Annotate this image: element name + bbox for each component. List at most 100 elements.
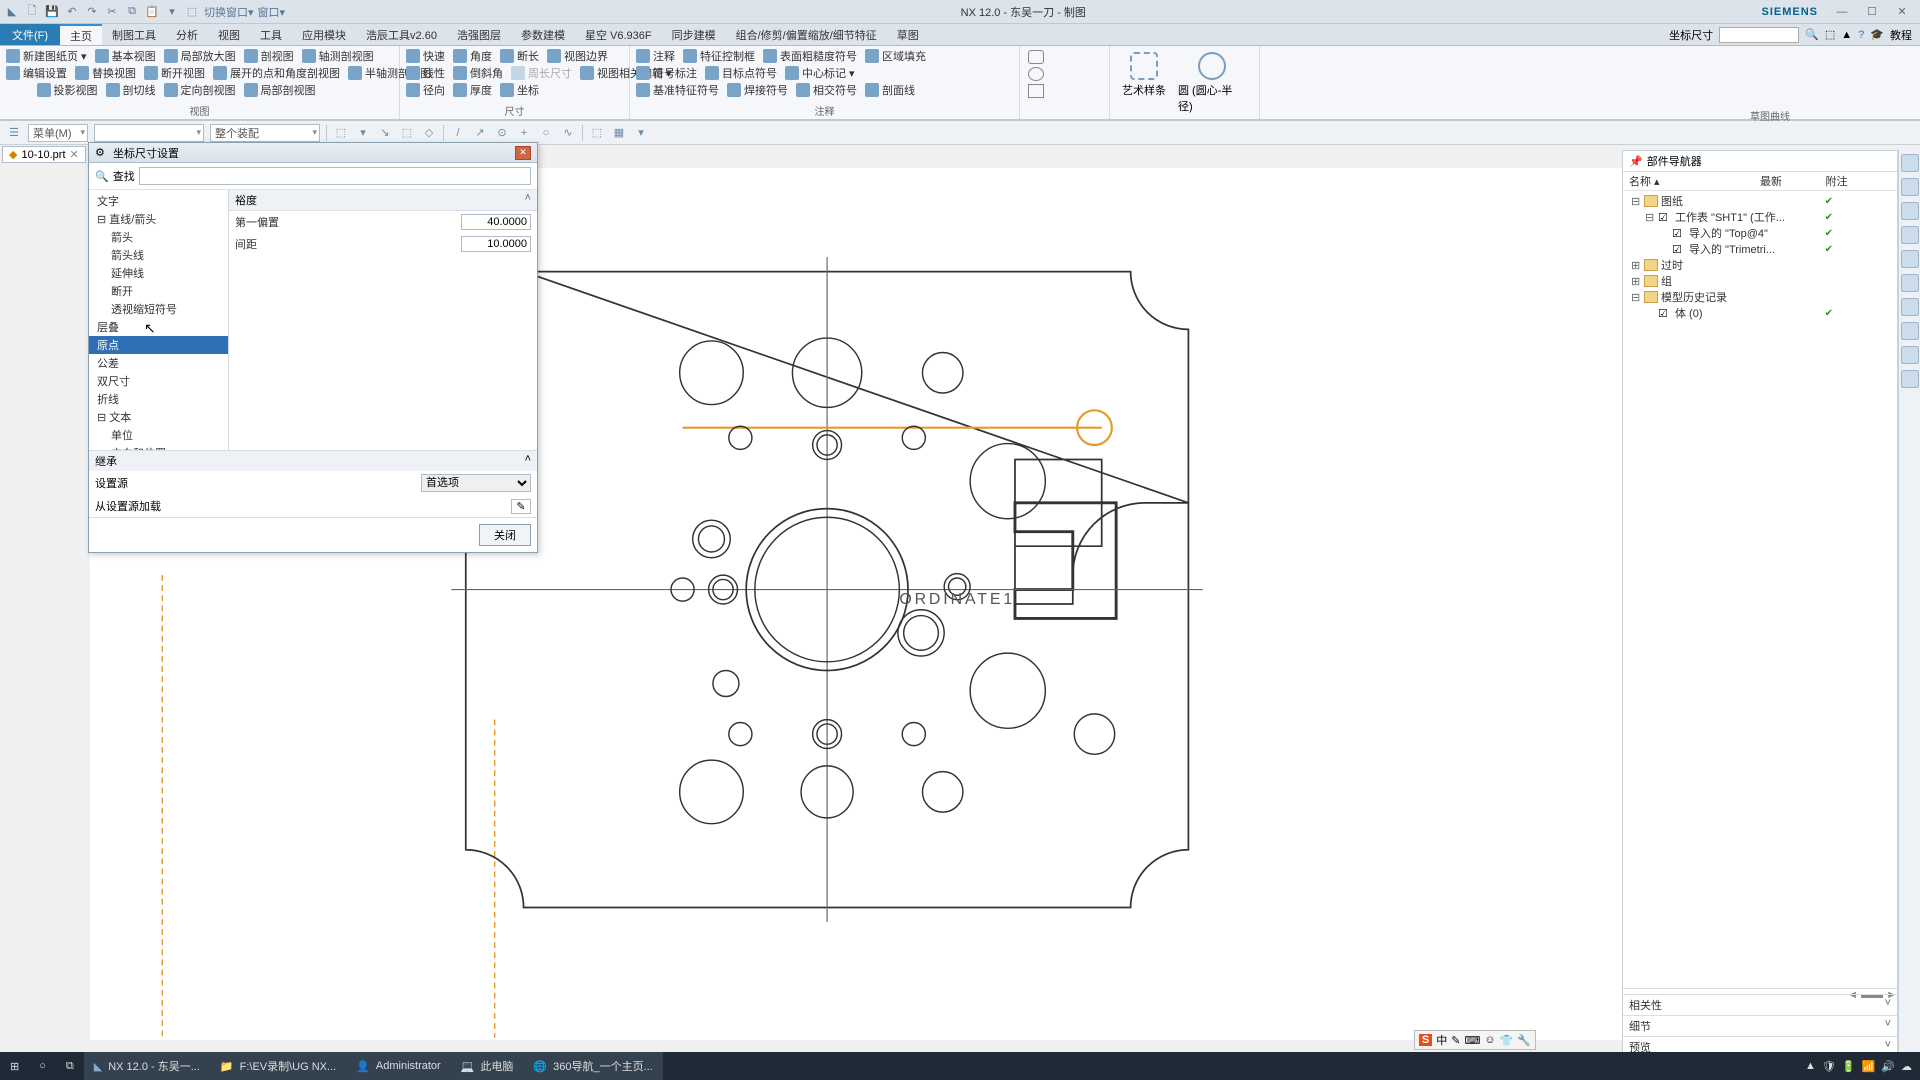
circle-button[interactable]: 圆 (圆心-半径) (1172, 48, 1253, 118)
res-icon-10[interactable] (1901, 370, 1919, 388)
axon-section-button[interactable]: 轴测剖视图 (302, 48, 374, 64)
sel-icon-9[interactable]: + (516, 125, 532, 141)
nav-row[interactable]: ⊞过时 (1627, 257, 1893, 273)
shape-icon-1[interactable] (1028, 50, 1044, 64)
tree-node[interactable]: 箭头线 (89, 246, 228, 264)
area-fill-button[interactable]: 区域填充 (865, 48, 926, 64)
nav-row[interactable]: ☑导入的 "Trimetri...✔ (1627, 241, 1893, 257)
shape-icon-3[interactable] (1028, 84, 1044, 98)
source-select[interactable]: 首选项 (421, 474, 531, 492)
section-line-button[interactable]: 剖切线 (106, 82, 156, 98)
replace-view-button[interactable]: 替换视图 (75, 65, 136, 81)
sel-icon-8[interactable]: ⊙ (494, 125, 510, 141)
base-view-button[interactable]: 基本视图 (95, 48, 156, 64)
tutorial-label[interactable]: 教程 (1890, 27, 1912, 43)
dim-rapid-button[interactable]: 快速 (406, 48, 445, 64)
sel-icon-12[interactable]: ⬚ (589, 125, 605, 141)
task-browser[interactable]: 🌐360导航_一个主页... (523, 1052, 662, 1080)
collapse-icon[interactable]: ˄ (525, 192, 531, 208)
ribbon-search-input[interactable] (1719, 27, 1799, 43)
feature-control-button[interactable]: 符号标注 (636, 65, 697, 81)
col-latest[interactable]: 最新 (1760, 173, 1826, 189)
unfold-section-button[interactable]: 展开的点和角度剖视图 (213, 65, 340, 81)
dim-thickness-button[interactable]: 厚度 (453, 82, 492, 98)
search-button[interactable]: ○ (29, 1052, 56, 1080)
sel-icon-5[interactable]: ◇ (421, 125, 437, 141)
sel-icon-10[interactable]: ○ (538, 125, 554, 141)
sel-icon-2[interactable]: ▾ (355, 125, 371, 141)
sel-icon-13[interactable]: ▦ (611, 125, 627, 141)
nav-row[interactable]: ☑导入的 "Top@4"✔ (1627, 225, 1893, 241)
section-view-button[interactable]: 剖视图 (244, 48, 294, 64)
sel-icon-14[interactable]: ▾ (633, 125, 649, 141)
pane-related[interactable]: 相关性˅ (1623, 994, 1897, 1015)
tree-node[interactable]: ⊟ 文本 (89, 408, 228, 426)
tab-sync[interactable]: 同步建模 (662, 24, 726, 45)
filter-dropdown[interactable] (94, 124, 204, 142)
sel-icon-7[interactable]: ↗ (472, 125, 488, 141)
res-icon-7[interactable] (1901, 298, 1919, 316)
nav-tree[interactable]: ⊟图纸✔⊟☑工作表 "SHT1" (工作...✔☑导入的 "Top@4"✔☑导入… (1623, 191, 1897, 988)
tab-application[interactable]: 应用模块 (292, 24, 356, 45)
close-button[interactable]: 关闭 (479, 524, 531, 546)
qat-undo-icon[interactable]: ↶ (64, 4, 80, 20)
qat-more-icon[interactable]: ▾ (164, 4, 180, 20)
task-pc[interactable]: 💻此电脑 (451, 1052, 524, 1080)
part-tab[interactable]: ◆ 10-10.prt ✕ (2, 146, 86, 163)
intersect-button[interactable]: 相交符号 (796, 82, 857, 98)
first-offset-input[interactable] (461, 214, 531, 230)
break-view-button[interactable]: 断开视图 (144, 65, 205, 81)
target-point-button[interactable]: 目标点符号 (705, 65, 777, 81)
start-button[interactable]: ⊞ (0, 1052, 29, 1080)
dim-perimeter-button[interactable]: 周长尺寸 (511, 65, 572, 81)
new-sheet-button[interactable]: 新建图纸页 ▾ (6, 48, 87, 64)
col-name[interactable]: 名称 ▴ (1629, 173, 1760, 189)
qat-switch-label[interactable]: 切换窗口▾ (204, 4, 254, 20)
qat-window-label[interactable]: 窗口▾ (258, 4, 286, 20)
tree-node[interactable]: ⊟ 直线/箭头 (89, 210, 228, 228)
sel-icon-1[interactable]: ⬚ (333, 125, 349, 141)
detail-view-button[interactable]: 局部放大图 (164, 48, 236, 64)
dialog-titlebar[interactable]: ⚙ 坐标尺寸设置 ✕ (89, 143, 537, 163)
pane-details[interactable]: 细节˅ (1623, 1015, 1897, 1036)
res-icon-1[interactable] (1901, 154, 1919, 172)
tab-home[interactable]: 主页 (60, 24, 102, 45)
dim-ordinate-button[interactable]: 坐标 (500, 82, 539, 98)
orient-section-button[interactable]: 定向剖视图 (164, 82, 236, 98)
tab-combine[interactable]: 组合/修剪/偏置缩放/细节特征 (726, 24, 887, 45)
tree-node[interactable]: 透视缩短符号 (89, 300, 228, 318)
sel-icon-6[interactable]: / (450, 125, 466, 141)
tab-view[interactable]: 视图 (208, 24, 250, 45)
taskview-button[interactable]: ⧉ (56, 1052, 84, 1080)
qat-save-icon[interactable]: 💾 (44, 4, 60, 20)
surface-finish-button[interactable]: 表面粗糙度符号 (763, 48, 857, 64)
res-icon-9[interactable] (1901, 346, 1919, 364)
settings-tree[interactable]: 文字⊟ 直线/箭头箭头箭头线延伸线断开透视缩短符号层叠原点公差双尺寸折线⊟ 文本… (89, 190, 229, 450)
tree-node[interactable]: 方向和位置 (89, 444, 228, 450)
collapse-icon[interactable]: ˄ (525, 453, 531, 469)
center-mark-button[interactable]: 中心标记 ▾ (785, 65, 855, 81)
eyedropper-icon[interactable]: ✎ (511, 499, 531, 514)
qat-paste-icon[interactable]: 📋 (144, 4, 160, 20)
sel-icon-4[interactable]: ⬚ (399, 125, 415, 141)
pin-icon[interactable]: 📌 (1629, 155, 1643, 168)
dim-angle-button[interactable]: 角度 (453, 48, 492, 64)
edit-settings-button[interactable]: 编辑设置 (6, 65, 67, 81)
system-tray[interactable]: ▲🛡🔋📶🔊☁ (1805, 1060, 1920, 1073)
assembly-dropdown[interactable]: 整个装配 (210, 124, 320, 142)
tree-node[interactable]: 单位 (89, 426, 228, 444)
tree-node[interactable]: 断开 (89, 282, 228, 300)
tree-node[interactable]: 箭头 (89, 228, 228, 246)
view-border-button[interactable]: 视图边界 (547, 48, 608, 64)
nav-row[interactable]: ⊟图纸✔ (1627, 193, 1893, 209)
nav-row[interactable]: ⊟☑工作表 "SHT1" (工作...✔ (1627, 209, 1893, 225)
spacing-input[interactable] (461, 236, 531, 252)
tree-node[interactable]: 折线 (89, 390, 228, 408)
col-notes[interactable]: 附注 (1826, 173, 1892, 189)
tree-node[interactable]: 公差 (89, 354, 228, 372)
task-explorer[interactable]: 📁F:\EV录制\UG NX... (210, 1052, 346, 1080)
tree-node[interactable]: 文字 (89, 192, 228, 210)
tab-analysis[interactable]: 分析 (166, 24, 208, 45)
nav-row[interactable]: ☑体 (0)✔ (1627, 305, 1893, 321)
tree-node[interactable]: 双尺寸 (89, 372, 228, 390)
